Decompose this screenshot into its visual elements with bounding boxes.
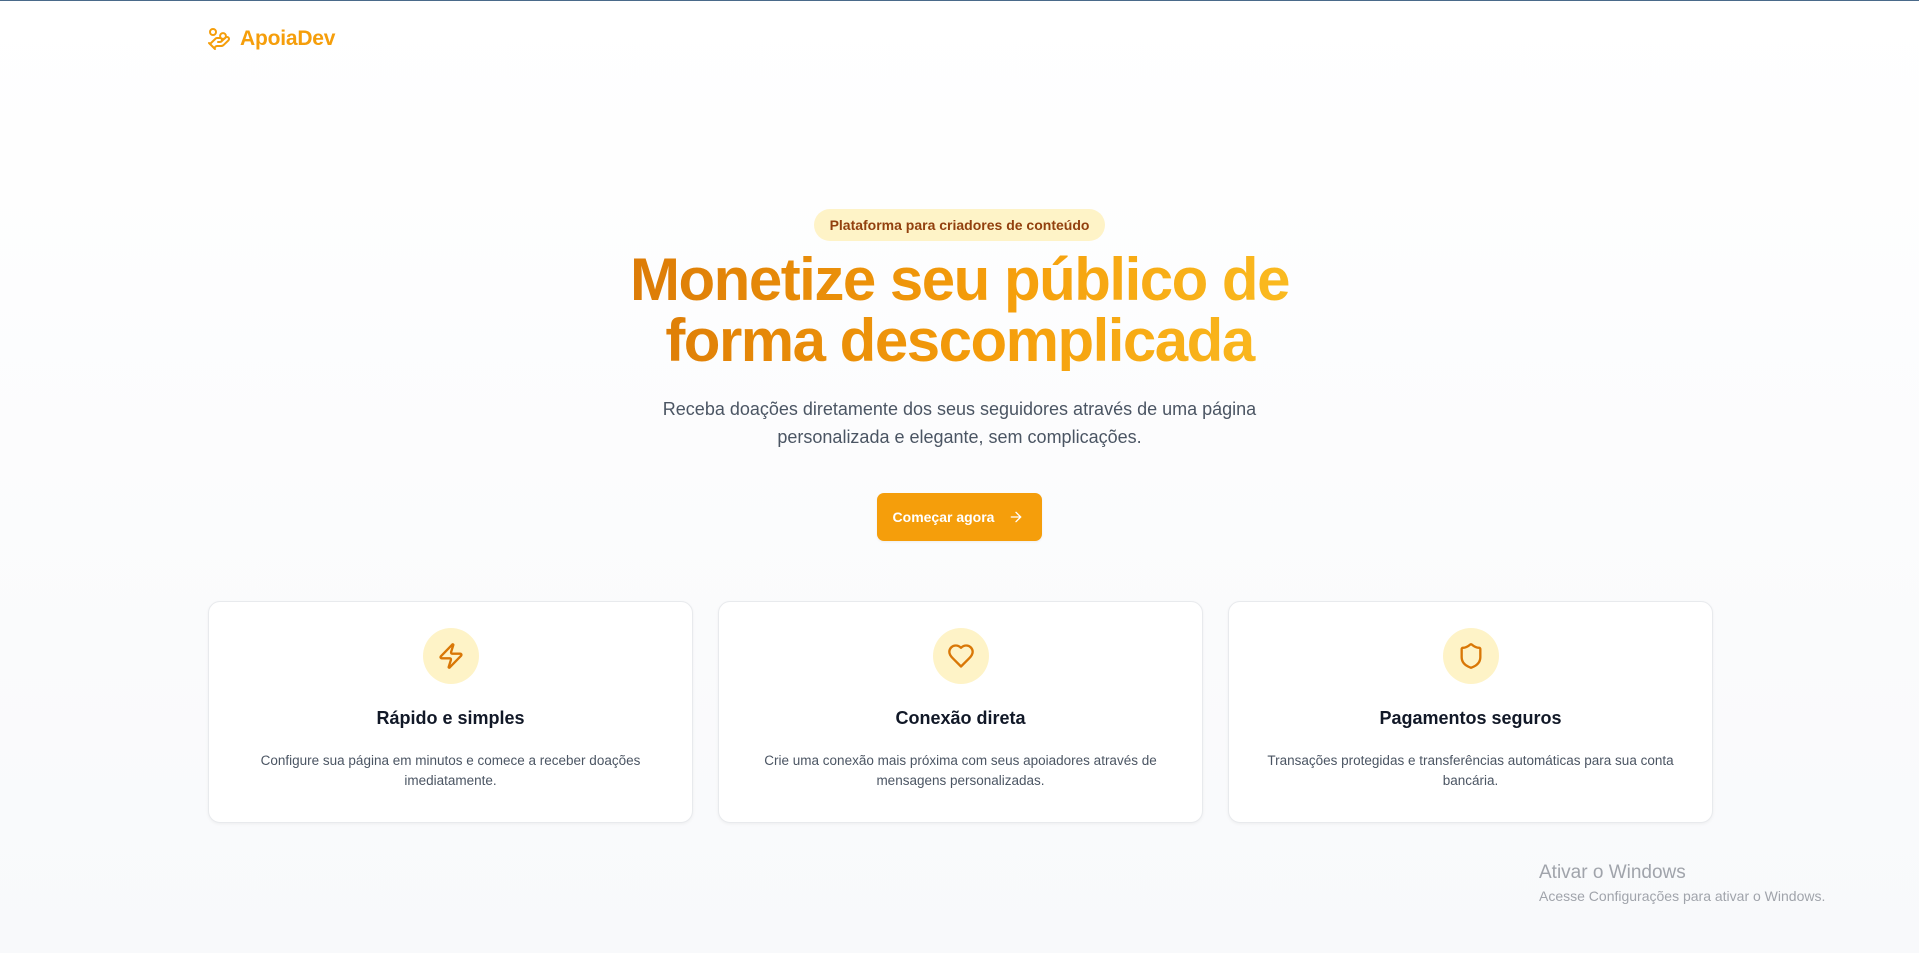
zap-icon: [422, 628, 479, 684]
feature-description-line1: Configure sua página em minutos e comece…: [260, 753, 641, 768]
hero-headline-line1: Monetize seu público de: [630, 246, 1289, 313]
heart-icon: [932, 628, 989, 684]
features-section: Rápido e simples Configure sua página em…: [208, 601, 1713, 823]
hero-badge: Plataforma para criadores de conteúdo: [813, 209, 1106, 241]
feature-description: Crie uma conexão mais próxima com seus a…: [751, 751, 1171, 791]
feature-description: Transações protegidas e transferências a…: [1261, 751, 1681, 791]
hero-headline-line2: forma descomplicada: [665, 307, 1254, 374]
feature-description-line2: imediatamente.: [404, 773, 497, 788]
watermark-subtitle: Acesse Configurações para ativar o Windo…: [1539, 888, 1826, 904]
feature-description: Configure sua página em minutos e comece…: [241, 751, 661, 791]
hero-subtitle-line1: Receba doações diretamente dos seus segu…: [662, 399, 1257, 419]
feature-card-fast: Rápido e simples Configure sua página em…: [208, 601, 693, 823]
feature-description-line1: Transações protegidas e transferências a…: [1267, 753, 1674, 768]
shield-icon: [1442, 628, 1499, 684]
feature-title: Rápido e simples: [376, 708, 525, 728]
hero-subtitle: Receba doações diretamente dos seus segu…: [650, 395, 1270, 451]
windows-activation-watermark: Ativar o Windows Acesse Configurações pa…: [1539, 862, 1825, 906]
get-started-label: Começar agora: [892, 509, 995, 525]
watermark-title: Ativar o Windows: [1539, 862, 1686, 883]
feature-description-line2: mensagens personalizadas.: [876, 773, 1045, 788]
feature-description-line2: bancária.: [1442, 773, 1499, 788]
feature-title: Pagamentos seguros: [1379, 708, 1562, 728]
feature-title: Conexão direta: [895, 708, 1026, 728]
hero-section: Plataforma para criadores de conteúdo Mo…: [0, 0, 1919, 541]
feature-card-connection: Conexão direta Crie uma conexão mais pró…: [718, 601, 1203, 823]
hero-subtitle-line2: personalizada e elegante, sem complicaçõ…: [777, 427, 1142, 447]
arrow-right-icon: [1008, 509, 1024, 525]
feature-card-secure: Pagamentos seguros Transações protegidas…: [1228, 601, 1713, 823]
feature-description-line1: Crie uma conexão mais próxima com seus a…: [764, 753, 1157, 768]
get-started-button[interactable]: Começar agora: [876, 493, 1043, 541]
hero-headline: Monetize seu público de forma descomplic…: [580, 249, 1340, 371]
